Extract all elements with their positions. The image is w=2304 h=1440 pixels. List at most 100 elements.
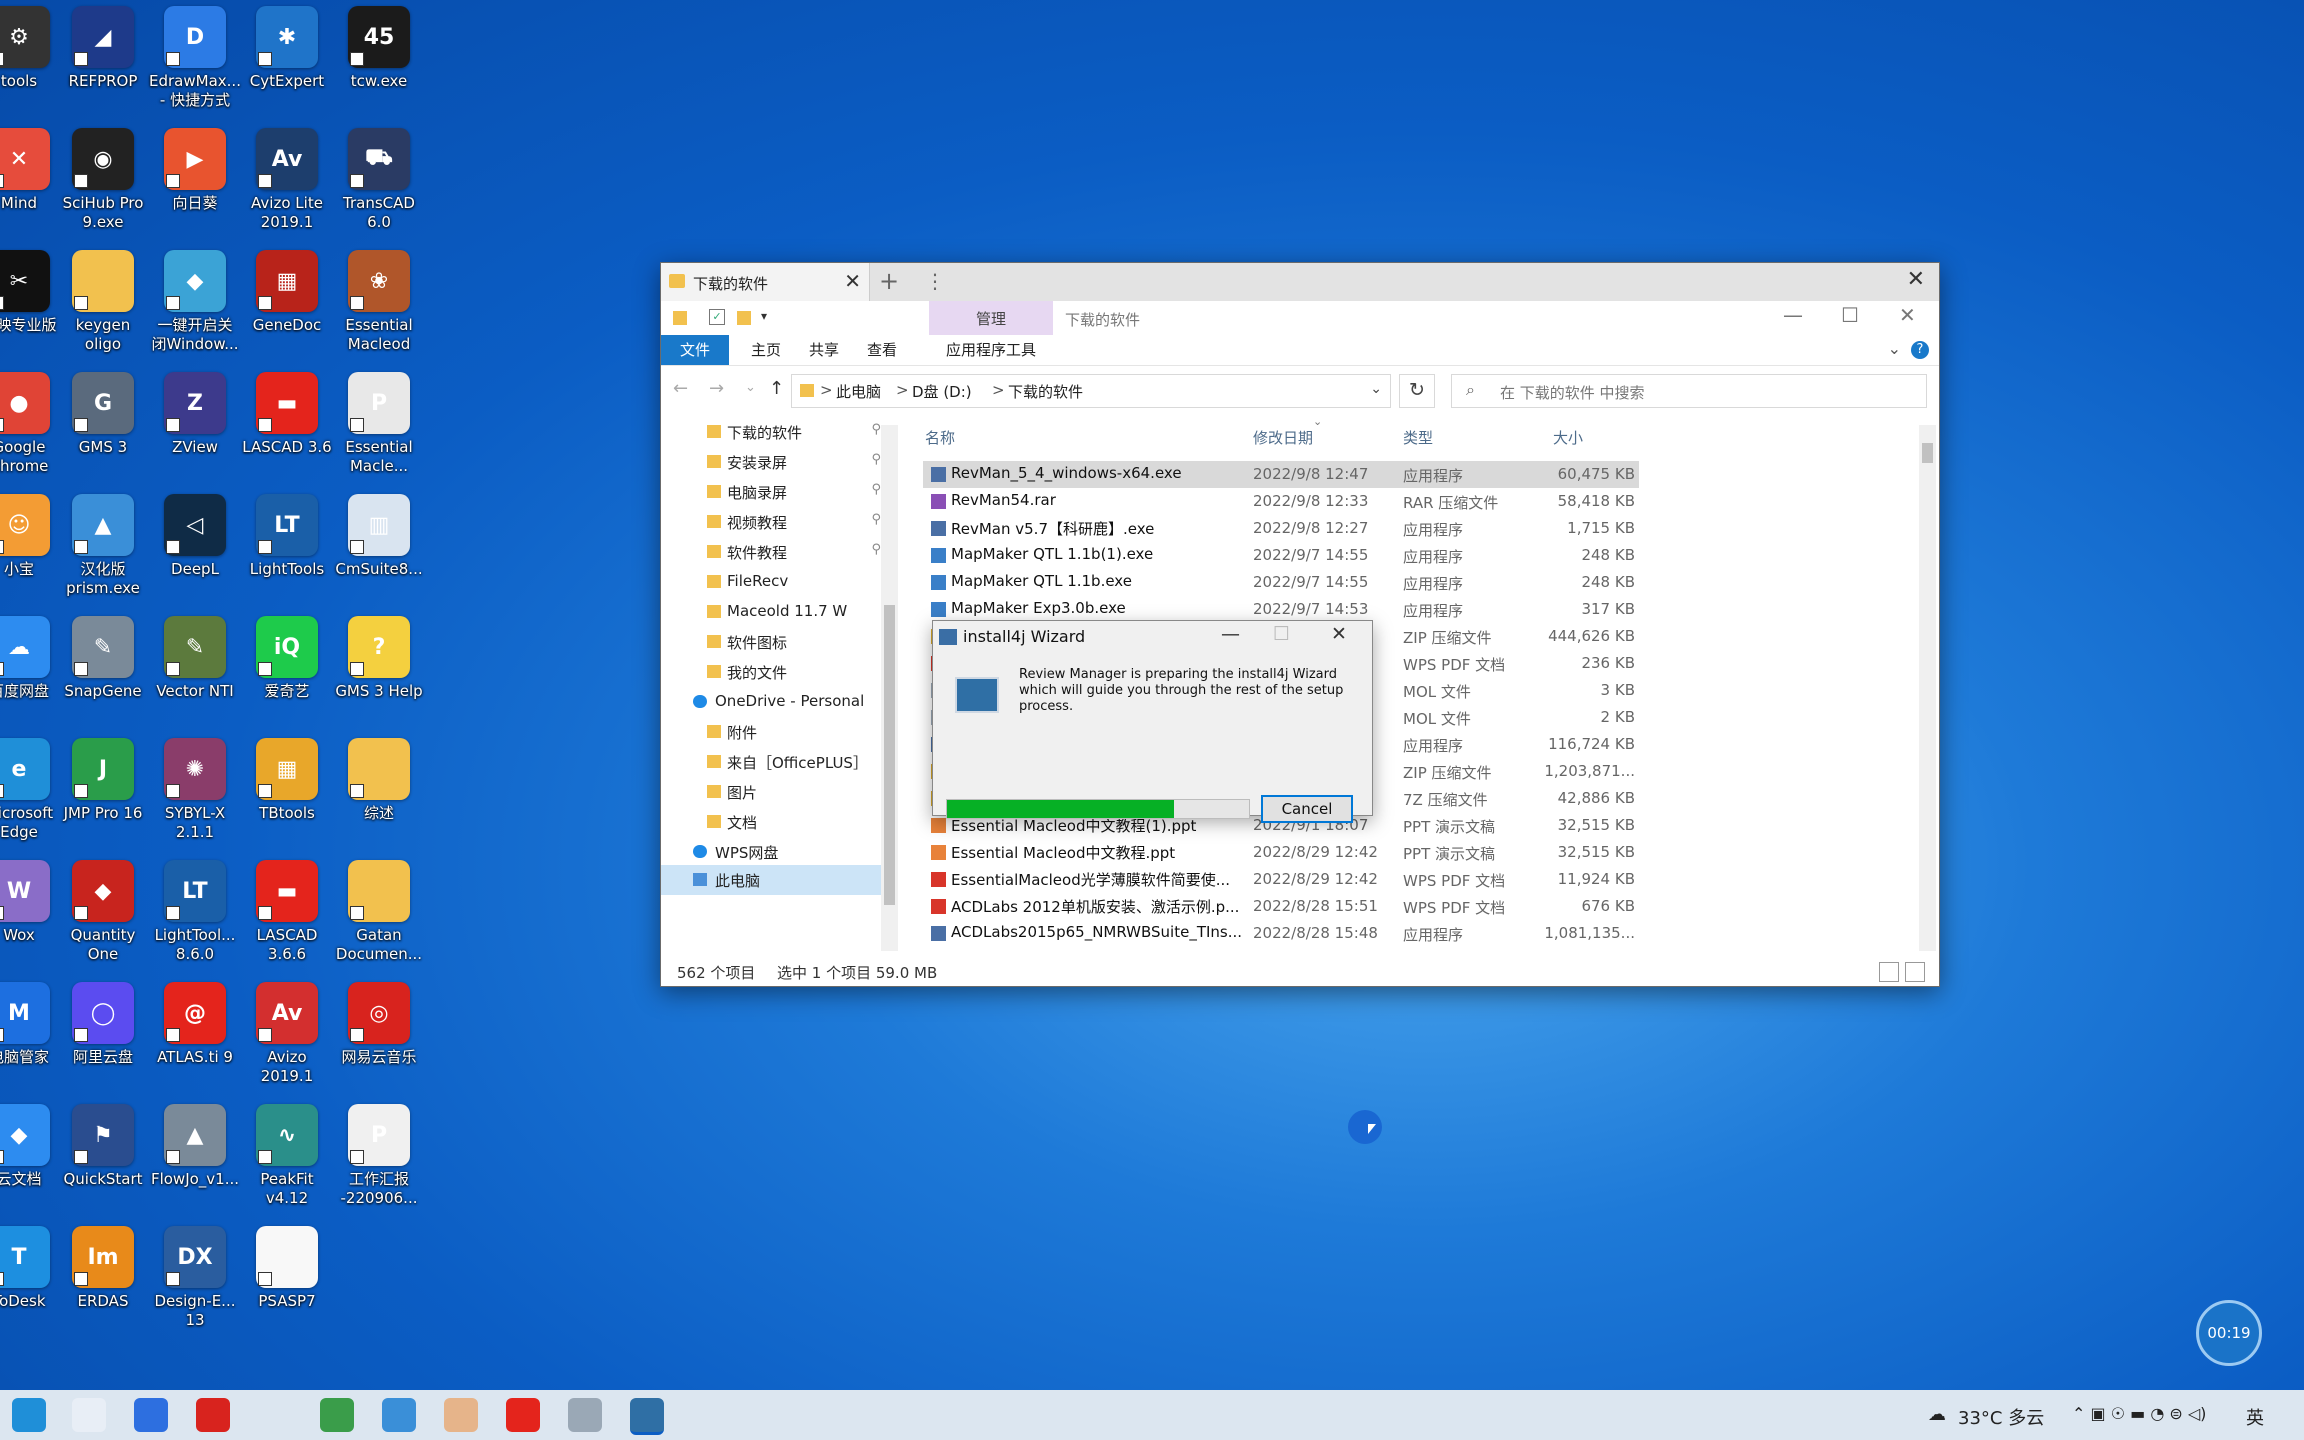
weather-icon[interactable]: ☁ <box>1928 1404 1946 1425</box>
recent-locations-icon[interactable]: ⌄ <box>745 380 756 395</box>
cd-icon[interactable] <box>320 1398 354 1432</box>
desktop-shortcut[interactable]: ▥ CmSuite8... <box>324 488 434 606</box>
file-row[interactable]: RevMan v5.7【科研鹿】.exe 2022/9/8 12:27 应用程序 1,… <box>923 515 1639 542</box>
new-folder-icon[interactable] <box>737 311 751 325</box>
maximize-icon[interactable]: ☐ <box>1841 303 1859 327</box>
ribbon-tab-home[interactable]: 主页 <box>741 335 791 365</box>
app-icon: ▦ <box>256 738 318 800</box>
forward-icon[interactable]: → <box>709 378 724 399</box>
file-row[interactable]: ACDLabs2015p65_NMRWBSuite_TIns... 2022/8/… <box>923 920 1639 947</box>
chevron-down-icon[interactable]: ⌄ <box>1888 339 1901 358</box>
wps-icon[interactable] <box>196 1398 230 1432</box>
ribbon-tab-share[interactable]: 共享 <box>799 335 849 365</box>
recording-timer[interactable]: 00:19 <box>2196 1300 2262 1366</box>
nav-item[interactable]: OneDrive - Personal <box>661 687 881 717</box>
nav-item[interactable]: 文档 <box>661 807 881 837</box>
address-bar[interactable]: > 此电脑 > D盘 (D:) > 下载的软件 ⌄ <box>791 374 1391 408</box>
desktop-shortcut[interactable]: ◎ 网易云音乐 <box>324 976 434 1094</box>
nav-item[interactable]: 软件图标 <box>661 627 881 657</box>
desktop-shortcut[interactable]: ⛟ TransCAD 6.0 <box>324 122 434 240</box>
nav-item[interactable]: 下载的软件 ⚲ <box>661 417 881 447</box>
column-header-date[interactable]: 修改日期 <box>1253 427 1313 457</box>
atlas-icon[interactable] <box>506 1398 540 1432</box>
minimize-icon[interactable]: — <box>1221 623 1240 645</box>
breadcrumb-current-folder[interactable]: 下载的软件 <box>1008 381 1083 402</box>
search-box[interactable]: ⌕ 在 下载的软件 中搜索 <box>1451 374 1927 408</box>
close-icon[interactable]: ✕ <box>1899 303 1916 327</box>
address-dropdown-icon[interactable]: ⌄ <box>1370 381 1382 397</box>
properties-check-icon[interactable]: ✓ <box>709 309 725 325</box>
desktop-shortcut[interactable]: P Essential Macle... <box>324 366 434 484</box>
desktop-shortcut[interactable]: 综述 <box>324 732 434 850</box>
nav-item[interactable]: 软件教程 ⚲ <box>661 537 881 567</box>
scrollbar-thumb[interactable] <box>1922 443 1933 463</box>
window-close-icon[interactable]: ✕ <box>1907 267 1925 292</box>
breadcrumb-drive-d[interactable]: D盘 (D:) <box>912 381 972 402</box>
ribbon-tab-file[interactable]: 文件 <box>661 335 729 365</box>
ime-indicator[interactable]: 英 <box>2246 1404 2264 1430</box>
ribbon-tab-view[interactable]: 查看 <box>857 335 907 365</box>
new-tab-icon[interactable]: + <box>879 267 899 295</box>
file-row[interactable]: MapMaker QTL 1.1b(1).exe 2022/9/7 14:55 应用… <box>923 542 1639 569</box>
close-icon[interactable]: ✕ <box>1331 623 1347 645</box>
desktop-shortcut[interactable]: ❀ Essential Macleod <box>324 244 434 362</box>
nav-item[interactable]: 此电脑 <box>661 865 881 895</box>
nav-item[interactable]: 图片 <box>661 777 881 807</box>
up-icon[interactable]: ↑ <box>769 378 784 399</box>
details-view-icon[interactable] <box>1879 962 1899 982</box>
column-header-name[interactable]: 名称 <box>925 427 955 457</box>
tray-icons[interactable]: ⌃ ▣ ☉ ▬ ◔ ⊜ ◁) <box>2072 1404 2206 1423</box>
box-icon[interactable] <box>134 1398 168 1432</box>
cancel-button[interactable]: Cancel <box>1261 795 1353 823</box>
file-row[interactable]: RevMan54.rar 2022/9/8 12:33 RAR 压缩文件 58,418… <box>923 488 1639 515</box>
scrollbar-thumb[interactable] <box>884 605 895 905</box>
refresh-icon[interactable]: ↻ <box>1399 374 1435 408</box>
file-row[interactable]: RevMan_5_4_windows-x64.exe 2022/9/8 12:47… <box>923 461 1639 488</box>
desktop-shortcut[interactable]: P 工作汇报 -220906... <box>324 1098 434 1216</box>
back-icon[interactable]: ← <box>673 378 688 399</box>
file-name: ACDLabs 2012单机版安装、激活示例.p... <box>951 898 1240 916</box>
files-scrollbar[interactable] <box>1919 425 1936 951</box>
file-row[interactable]: MapMaker QTL 1.1b.exe 2022/9/7 14:55 应用程序 2… <box>923 569 1639 596</box>
nav-item[interactable]: 视频教程 ⚲ <box>661 507 881 537</box>
desktop-shortcut[interactable]: ? GMS 3 Help <box>324 610 434 728</box>
folder-icon <box>707 815 721 828</box>
file-row[interactable]: MapMaker Exp3.0b.exe 2022/9/7 14:53 应用程序 31… <box>923 596 1639 623</box>
nav-item[interactable]: 我的文件 <box>661 657 881 687</box>
tab-close-icon[interactable]: ✕ <box>844 269 861 293</box>
manage-contextual-tab[interactable]: 管理 <box>929 301 1053 335</box>
installer-icon[interactable] <box>630 1398 664 1435</box>
edge-icon[interactable] <box>12 1398 46 1432</box>
nav-item-label: 软件图标 <box>727 634 788 652</box>
large-icons-view-icon[interactable] <box>1905 962 1925 982</box>
file-type: 7Z 压缩文件 <box>1403 791 1488 809</box>
desktop-shortcut[interactable]: PSASP7 <box>232 1220 342 1338</box>
nav-item[interactable]: FileRecv <box>661 567 881 597</box>
paint-icon[interactable] <box>72 1398 106 1432</box>
help-icon[interactable]: ? <box>1911 341 1929 359</box>
customize-dropdown-icon[interactable]: ▾ <box>761 309 767 323</box>
column-header-type[interactable]: 类型 <box>1403 427 1433 457</box>
ribbon-tab-app-tools[interactable]: 应用程序工具 <box>929 335 1053 365</box>
avatar-icon[interactable] <box>444 1398 478 1432</box>
file-row[interactable]: EssentialMacleod光学薄膜软件简要使... 2022/8/29 12… <box>923 866 1639 893</box>
desktop-shortcut[interactable]: Gatan Documen... <box>324 854 434 972</box>
weather-text[interactable]: 33°C 多云 <box>1958 1404 2044 1430</box>
tab-downloaded-software[interactable]: 下载的软件 ✕ <box>661 263 870 301</box>
nav-item[interactable]: 电脑录屏 ⚲ <box>661 477 881 507</box>
nav-item[interactable]: 附件 <box>661 717 881 747</box>
breadcrumb-this-pc[interactable]: 此电脑 <box>836 381 881 402</box>
nav-item[interactable]: 安装录屏 ⚲ <box>661 447 881 477</box>
more-options-icon[interactable]: ⋮ <box>925 269 945 293</box>
flower-icon[interactable] <box>382 1398 416 1432</box>
bin-icon[interactable] <box>568 1398 602 1432</box>
nav-item[interactable]: WPS网盘 <box>661 837 881 867</box>
nav-item[interactable]: 来自［OfficePLUS］ <box>661 747 881 777</box>
minimize-icon[interactable]: — <box>1783 303 1803 327</box>
nav-scrollbar[interactable] <box>881 425 898 951</box>
desktop-shortcut[interactable]: 45 tcw.exe <box>324 0 434 118</box>
file-row[interactable]: Essential Macleod中文教程.ppt 2022/8/29 12:42… <box>923 839 1639 866</box>
nav-item[interactable]: Maceold 11.7 W <box>661 597 881 627</box>
column-header-size[interactable]: 大小 <box>1553 427 1583 457</box>
file-row[interactable]: ACDLabs 2012单机版安装、激活示例.p... 2022/8/28 15:… <box>923 893 1639 920</box>
